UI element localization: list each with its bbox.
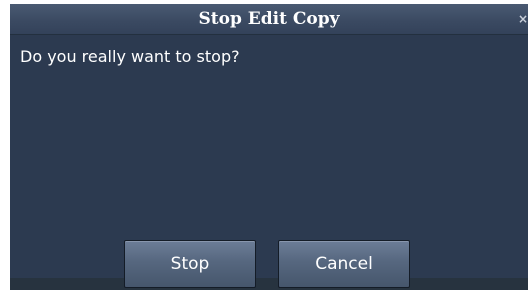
dialog-message: Do you really want to stop? [20, 47, 240, 66]
dialog-footer [10, 278, 528, 290]
stop-button[interactable]: Stop [124, 240, 256, 288]
cancel-button[interactable]: Cancel [278, 240, 410, 288]
dialog-title: Stop Edit Copy [198, 9, 340, 29]
dialog-titlebar[interactable]: Stop Edit Copy × [10, 4, 528, 35]
close-icon[interactable]: × [518, 11, 528, 27]
stop-edit-copy-dialog: Stop Edit Copy × Do you really want to s… [10, 4, 528, 290]
